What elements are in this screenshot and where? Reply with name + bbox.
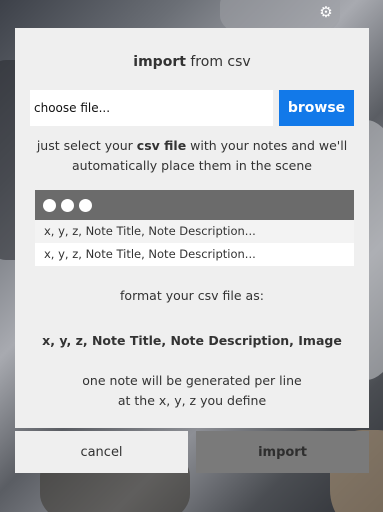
dialog-title: import from csv [15, 54, 369, 70]
format-label: format your csv file as: [120, 288, 264, 303]
instruction-before: just select your [36, 138, 137, 153]
footnote: one note will be generated per line at t… [15, 371, 369, 411]
dot-icon [61, 198, 74, 212]
import-dialog: import from csv choose file... browse ju… [15, 28, 369, 428]
footnote-line: at the x, y, z you define [117, 393, 267, 408]
file-chooser-input[interactable]: choose file... [30, 90, 273, 126]
footnote-line: one note will be generated per line [82, 373, 302, 388]
instruction-text: just select your csv file with your note… [25, 136, 359, 176]
title-bold: import [133, 54, 186, 70]
dot-icon [79, 198, 92, 212]
csv-preview-window: x, y, z, Note Title, Note Description...… [35, 190, 354, 266]
import-button[interactable]: import [196, 431, 369, 473]
browse-button[interactable]: browse [279, 90, 354, 126]
format-example: x, y, z, Note Title, Note Description, I… [42, 333, 342, 348]
preview-row: x, y, z, Note Title, Note Description... [44, 247, 256, 261]
dot-icon [43, 198, 56, 212]
gear-icon[interactable]: ⚙ [318, 4, 334, 20]
cancel-button[interactable]: cancel [15, 431, 188, 473]
preview-row: x, y, z, Note Title, Note Description... [35, 220, 354, 243]
instruction-bold: csv file [136, 138, 187, 153]
title-rest: from csv [185, 54, 251, 70]
file-input-value: choose file... [34, 101, 111, 115]
window-dots-icon [35, 190, 354, 220]
